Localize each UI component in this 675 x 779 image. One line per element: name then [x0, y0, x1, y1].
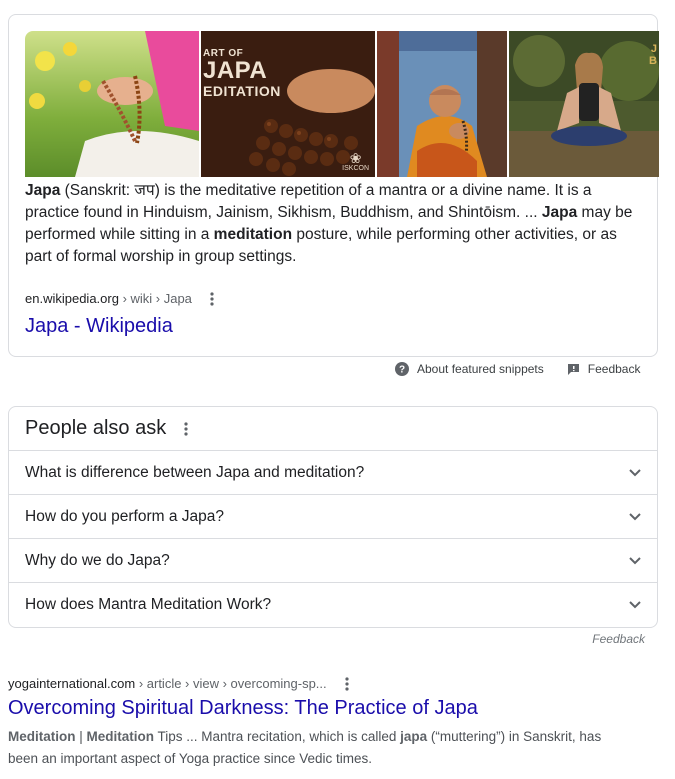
- paa-header: People also ask: [9, 407, 657, 451]
- paa-feedback-link[interactable]: Feedback: [592, 632, 645, 646]
- chevron-down-icon: [629, 600, 641, 608]
- iskcon-logo: ❀ ISKCON: [342, 150, 369, 172]
- snippet-source: en.wikipedia.org › wiki › Japa: [25, 291, 214, 306]
- more-options-icon[interactable]: [210, 291, 214, 306]
- monk-chanting-image[interactable]: [377, 31, 507, 177]
- source-url[interactable]: en.wikipedia.org › wiki › Japa: [25, 291, 192, 306]
- image-corner-text: JB: [649, 43, 657, 68]
- about-featured-snippets-link[interactable]: ? About featured snippets: [395, 362, 544, 376]
- chevron-down-icon: [629, 468, 641, 476]
- japa-meditation-beads-image[interactable]: ART OF JAPA EDITATION ❀ ISKCON: [201, 31, 375, 177]
- snippet-title-link[interactable]: Japa - Wikipedia: [25, 315, 173, 338]
- image-caption: ART OF JAPA EDITATION: [203, 48, 281, 99]
- snippet-description: Japa (Sanskrit: जप) is the meditative re…: [25, 182, 633, 265]
- svg-text:?: ?: [399, 365, 405, 376]
- people-also-ask-card: People also ask What is difference betwe…: [8, 406, 658, 628]
- meditation-hands-mala-image[interactable]: [25, 31, 199, 177]
- result-url[interactable]: yogainternational.com › article › view ›…: [8, 676, 327, 691]
- snippet-image-strip: ART OF JAPA EDITATION ❀ ISKCON J B: [25, 31, 659, 177]
- paa-question[interactable]: What is difference between Japa and medi…: [9, 451, 657, 495]
- search-result: yogainternational.com › article › view ›…: [8, 676, 608, 770]
- snippet-footer: ? About featured snippets Feedback: [395, 362, 640, 376]
- snippet-feedback-link[interactable]: Feedback: [567, 362, 640, 376]
- feedback-icon: [567, 363, 579, 375]
- more-options-icon[interactable]: [345, 676, 349, 691]
- paa-title: People also ask: [25, 417, 167, 439]
- paa-question[interactable]: How do you perform a Japa?: [9, 495, 657, 539]
- woman-meditating-forest-image[interactable]: JB: [509, 31, 659, 177]
- more-options-icon[interactable]: [184, 421, 188, 436]
- paa-question[interactable]: Why do we do Japa?: [9, 539, 657, 583]
- chevron-down-icon: [629, 556, 641, 564]
- result-description: Meditation | Meditation Tips ... Mantra …: [8, 729, 602, 766]
- result-title-link[interactable]: Overcoming Spiritual Darkness: The Pract…: [8, 697, 608, 720]
- chevron-down-icon: [629, 512, 641, 520]
- result-source: yogainternational.com › article › view ›…: [8, 676, 608, 691]
- help-icon: ?: [395, 362, 409, 376]
- paa-question[interactable]: How does Mantra Meditation Work?: [9, 583, 657, 626]
- featured-snippet-card: ART OF JAPA EDITATION ❀ ISKCON J B Japa …: [8, 14, 659, 357]
